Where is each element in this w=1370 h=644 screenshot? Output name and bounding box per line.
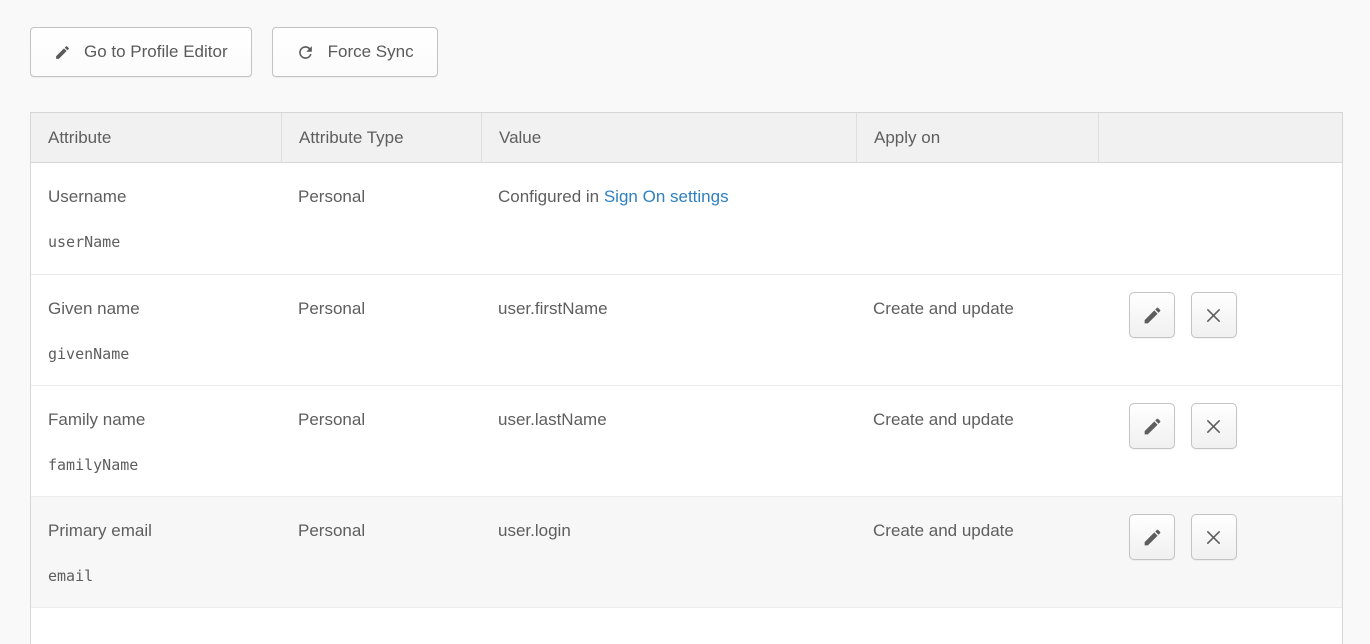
x-icon [1203,305,1224,326]
value-cell: user.firstName [481,274,856,385]
apply-on-cell: Create and update [856,274,1098,385]
actions-cell [1098,496,1342,607]
pencil-icon [1142,305,1163,326]
x-icon [1203,416,1224,437]
button-label: Force Sync [328,42,414,62]
edit-attribute-button[interactable] [1129,403,1175,449]
attribute-type-cell: Personal [281,496,481,607]
attribute-type-cell: Personal [281,274,481,385]
toolbar: Go to Profile Editor Force Sync [30,27,1343,77]
column-header-attribute: Attribute [31,113,281,163]
attribute-mapping-table: Attribute Attribute Type Value Apply on … [30,112,1343,644]
attribute-label: Username [48,187,271,207]
pencil-icon [1142,527,1163,548]
go-to-profile-editor-button[interactable]: Go to Profile Editor [30,27,252,77]
table-row-family-name: Family name familyName Personal user.las… [31,385,1342,496]
column-header-value: Value [481,113,856,163]
attribute-cell: Given name givenName [31,274,281,385]
apply-on-cell: Create and update [856,496,1098,607]
value-cell: user.lastName [481,385,856,496]
table-row-primary-email: Primary email email Personal user.login … [31,496,1342,607]
delete-attribute-button[interactable] [1191,292,1237,338]
attribute-cell: Username userName [31,163,281,274]
attribute-type-cell: Personal [281,385,481,496]
delete-attribute-button[interactable] [1191,514,1237,560]
attribute-cell: Primary email email [31,496,281,607]
apply-on-cell: Create and update [856,385,1098,496]
pencil-icon [1142,416,1163,437]
x-icon [1203,527,1224,548]
table-row-given-name: Given name givenName Personal user.first… [31,274,1342,385]
attribute-type-cell: Personal [281,163,481,274]
actions-cell [1098,274,1342,385]
table-header-row: Attribute Attribute Type Value Apply on [31,113,1342,163]
table-row-partial [31,607,1342,644]
value-cell: user.login [481,496,856,607]
refresh-icon [296,43,315,62]
edit-attribute-button[interactable] [1129,292,1175,338]
value-cell: Configured in Sign On settings [481,163,856,274]
force-sync-button[interactable]: Force Sync [272,27,438,77]
column-header-actions [1098,113,1342,163]
page: Go to Profile Editor Force Sync Attribut… [0,0,1370,644]
actions-cell [1098,385,1342,496]
attribute-cell: Family name familyName [31,385,281,496]
attribute-variable: familyName [48,456,271,474]
attribute-variable: email [48,567,271,585]
button-label: Go to Profile Editor [84,42,228,62]
sign-on-settings-link[interactable]: Sign On settings [604,187,729,206]
apply-on-cell [856,163,1098,274]
attribute-label: Given name [48,299,271,319]
attribute-label: Family name [48,410,271,430]
attribute-variable: userName [48,233,271,251]
attribute-variable: givenName [48,345,271,363]
edit-attribute-button[interactable] [1129,514,1175,560]
column-header-attribute-type: Attribute Type [281,113,481,163]
delete-attribute-button[interactable] [1191,403,1237,449]
attribute-label: Primary email [48,521,271,541]
table-row-username: Username userName Personal Configured in… [31,163,1342,274]
value-text: Configured in [498,187,604,206]
column-header-apply-on: Apply on [856,113,1098,163]
actions-cell [1098,163,1342,274]
pencil-icon [54,44,71,61]
